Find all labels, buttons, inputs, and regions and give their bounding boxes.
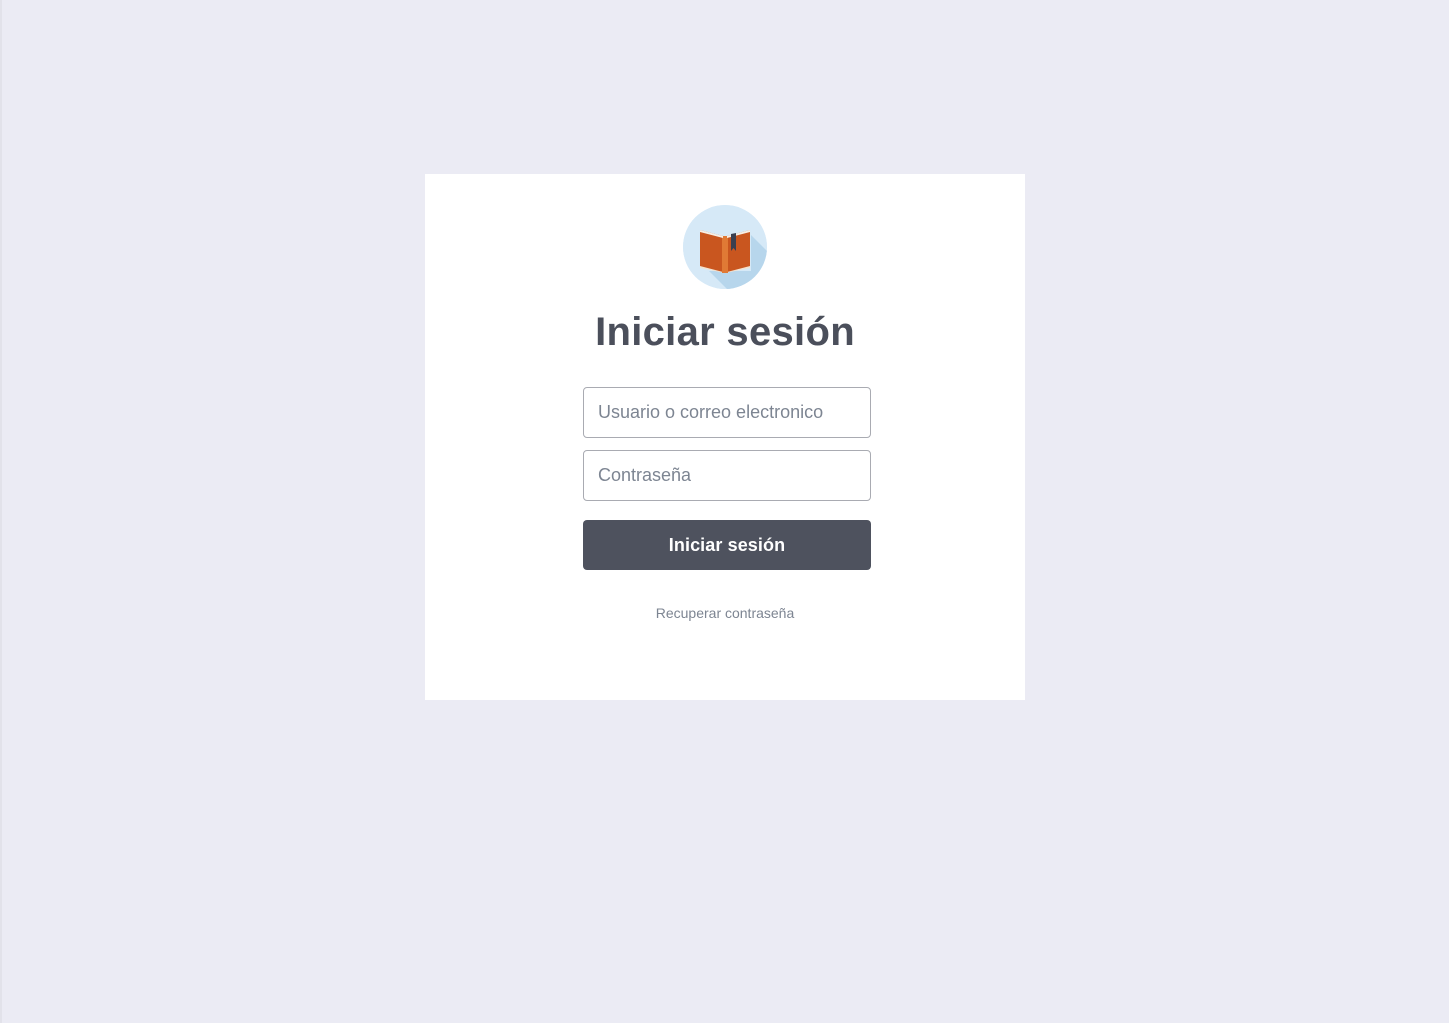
login-page: { "login": { "logo_icon": "open-book-ico… (0, 0, 1449, 1023)
login-card: Iniciar sesión Iniciar sesión Recuperar … (425, 174, 1025, 700)
password-input[interactable] (583, 450, 871, 501)
logo (683, 205, 767, 289)
login-button[interactable]: Iniciar sesión (583, 520, 871, 570)
page-title: Iniciar sesión (595, 310, 855, 354)
username-input[interactable] (583, 387, 871, 438)
recover-password-link[interactable]: Recuperar contraseña (425, 605, 1025, 621)
open-book-icon (683, 205, 767, 289)
